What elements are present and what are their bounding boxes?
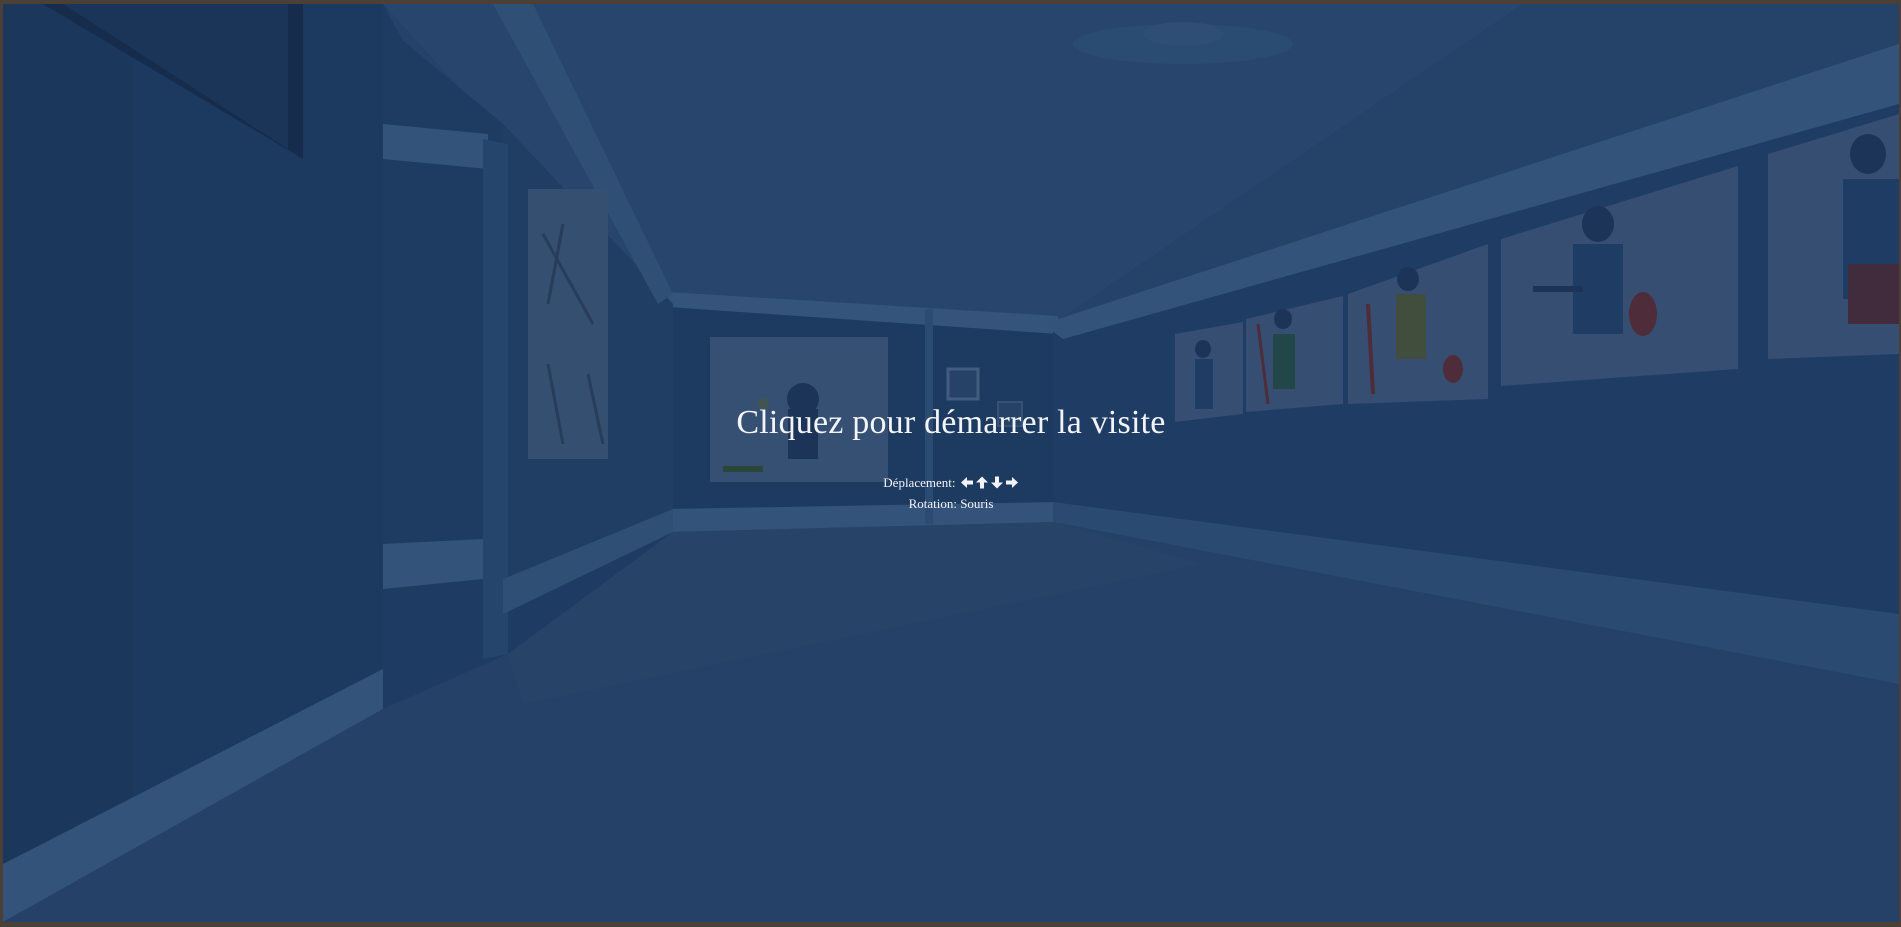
arrow-up-icon — [975, 476, 988, 489]
arrow-right-icon — [1005, 477, 1018, 488]
movement-line: Déplacement: — [3, 472, 1899, 493]
controls-help: Déplacement: Rotation: Souris — [3, 472, 1899, 514]
start-title[interactable]: Cliquez pour démarrer la visite — [3, 404, 1899, 442]
gallery-viewport[interactable]: Cliquez pour démarrer la visite Déplacem… — [3, 4, 1899, 922]
start-overlay[interactable]: Cliquez pour démarrer la visite Déplacem… — [3, 4, 1899, 922]
movement-label: Déplacement: — [883, 475, 956, 490]
rotation-line: Rotation: Souris — [908, 496, 994, 511]
arrow-down-icon — [990, 476, 1003, 489]
arrow-left-icon — [960, 477, 973, 488]
